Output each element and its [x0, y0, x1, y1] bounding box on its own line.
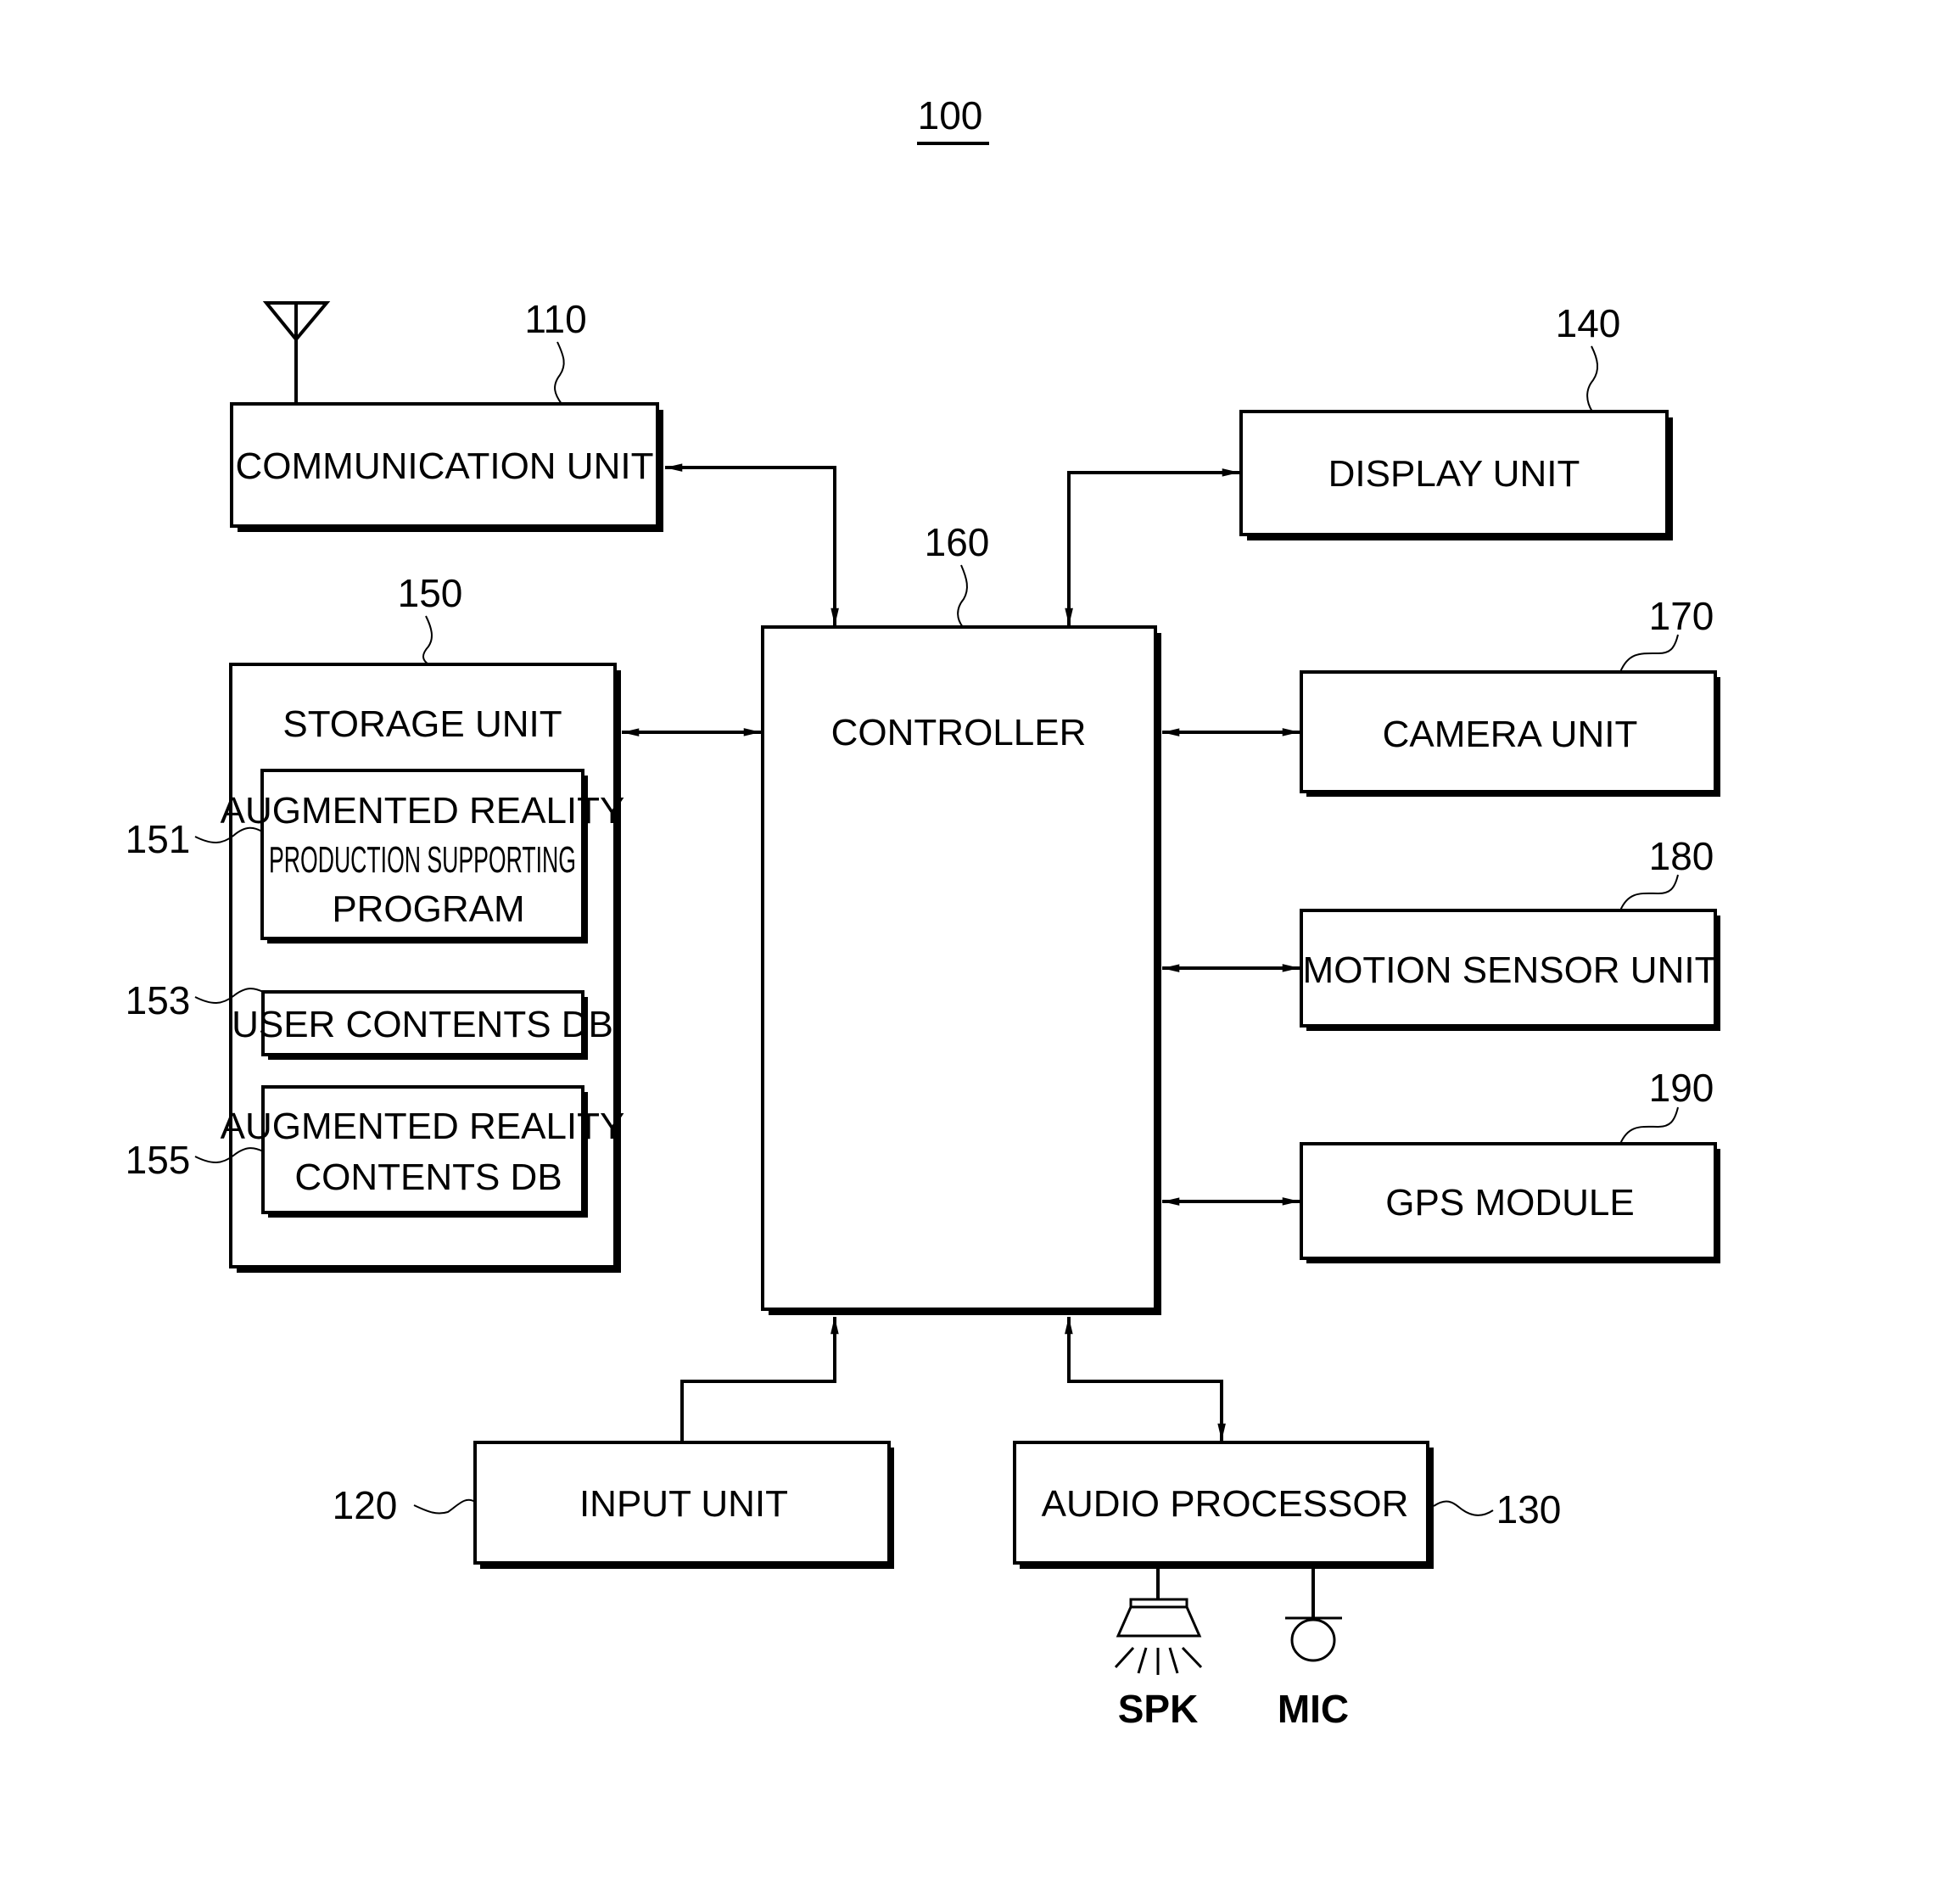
gps-module-label: GPS MODULE — [1385, 1182, 1634, 1224]
ref-153: 153 — [126, 978, 191, 1022]
ar-program-line-3: PROGRAM — [332, 888, 524, 930]
gps-module-block: GPS MODULE — [1300, 1142, 1720, 1263]
camera-unit-block: CAMERA UNIT — [1300, 670, 1720, 797]
ref-130: 130 — [1496, 1487, 1562, 1532]
leader-130 — [1433, 1500, 1494, 1516]
audio-processor-label: AUDIO PROCESSOR — [1042, 1483, 1409, 1525]
communication-unit-label: COMMUNICATION UNIT — [236, 445, 654, 487]
input-unit-label: INPUT UNIT — [579, 1483, 788, 1525]
block-diagram: 100 COMMUNICATION UNIT 110 DISPLAY UNIT … — [126, 93, 1720, 1731]
ar-contents-db-block: AUGMENTED REALITY CONTENTS DB — [221, 1085, 625, 1218]
ref-120: 120 — [333, 1483, 398, 1527]
display-unit-block: DISPLAY UNIT — [1239, 410, 1673, 540]
input-unit-block: INPUT UNIT — [473, 1441, 894, 1569]
ar-contents-db-line-2: CONTENTS DB — [294, 1156, 562, 1198]
controller-block: CONTROLLER — [761, 625, 1161, 1315]
ref-180: 180 — [1649, 834, 1714, 878]
user-contents-db-label: USER CONTENTS DB — [232, 1004, 613, 1045]
ar-contents-db-line-1: AUGMENTED REALITY — [221, 1106, 625, 1147]
controller-label: CONTROLLER — [831, 712, 1087, 753]
ref-170: 170 — [1649, 594, 1714, 638]
leader-180 — [1619, 874, 1679, 911]
leader-120 — [413, 1498, 476, 1515]
antenna-icon — [262, 301, 331, 404]
figure-ref: 100 — [918, 93, 983, 137]
ar-program-line-2: PRODUCTION SUPPORTING — [269, 839, 576, 881]
ref-150: 150 — [398, 571, 463, 615]
connector-input-controller — [680, 1316, 839, 1442]
connector-audio-controller — [1065, 1316, 1226, 1442]
leader-190 — [1619, 1106, 1679, 1145]
camera-unit-label: CAMERA UNIT — [1383, 714, 1638, 755]
leader-170 — [1619, 634, 1679, 673]
speaker-label: SPK — [1118, 1687, 1199, 1731]
storage-unit-label: STORAGE UNIT — [282, 703, 562, 745]
display-unit-label: DISPLAY UNIT — [1328, 453, 1580, 495]
connector-display-controller — [1065, 468, 1240, 626]
leader-110 — [554, 341, 565, 405]
leader-160 — [957, 564, 968, 628]
microphone-icon — [1285, 1569, 1342, 1662]
microphone-label: MIC — [1278, 1687, 1349, 1731]
speaker-icon — [1114, 1569, 1203, 1675]
user-contents-db-block: USER CONTENTS DB — [232, 990, 613, 1060]
ar-program-line-1: AUGMENTED REALITY — [221, 790, 625, 832]
communication-unit-block: COMMUNICATION UNIT — [230, 402, 663, 532]
ar-production-program-block: AUGMENTED REALITY PRODUCTION SUPPORTING … — [221, 769, 625, 944]
ref-151: 151 — [126, 817, 191, 861]
ref-140: 140 — [1556, 301, 1621, 345]
leader-140 — [1586, 345, 1598, 412]
motion-sensor-unit-block: MOTION SENSOR UNIT — [1300, 909, 1720, 1031]
ref-110: 110 — [524, 297, 586, 341]
ref-155: 155 — [126, 1138, 191, 1182]
ref-190: 190 — [1649, 1066, 1714, 1110]
audio-processor-block: AUDIO PROCESSOR — [1013, 1441, 1434, 1569]
motion-sensor-unit-label: MOTION SENSOR UNIT — [1303, 949, 1718, 991]
leader-150 — [422, 615, 433, 665]
connector-communication-controller — [664, 463, 839, 626]
ref-160: 160 — [925, 520, 990, 564]
